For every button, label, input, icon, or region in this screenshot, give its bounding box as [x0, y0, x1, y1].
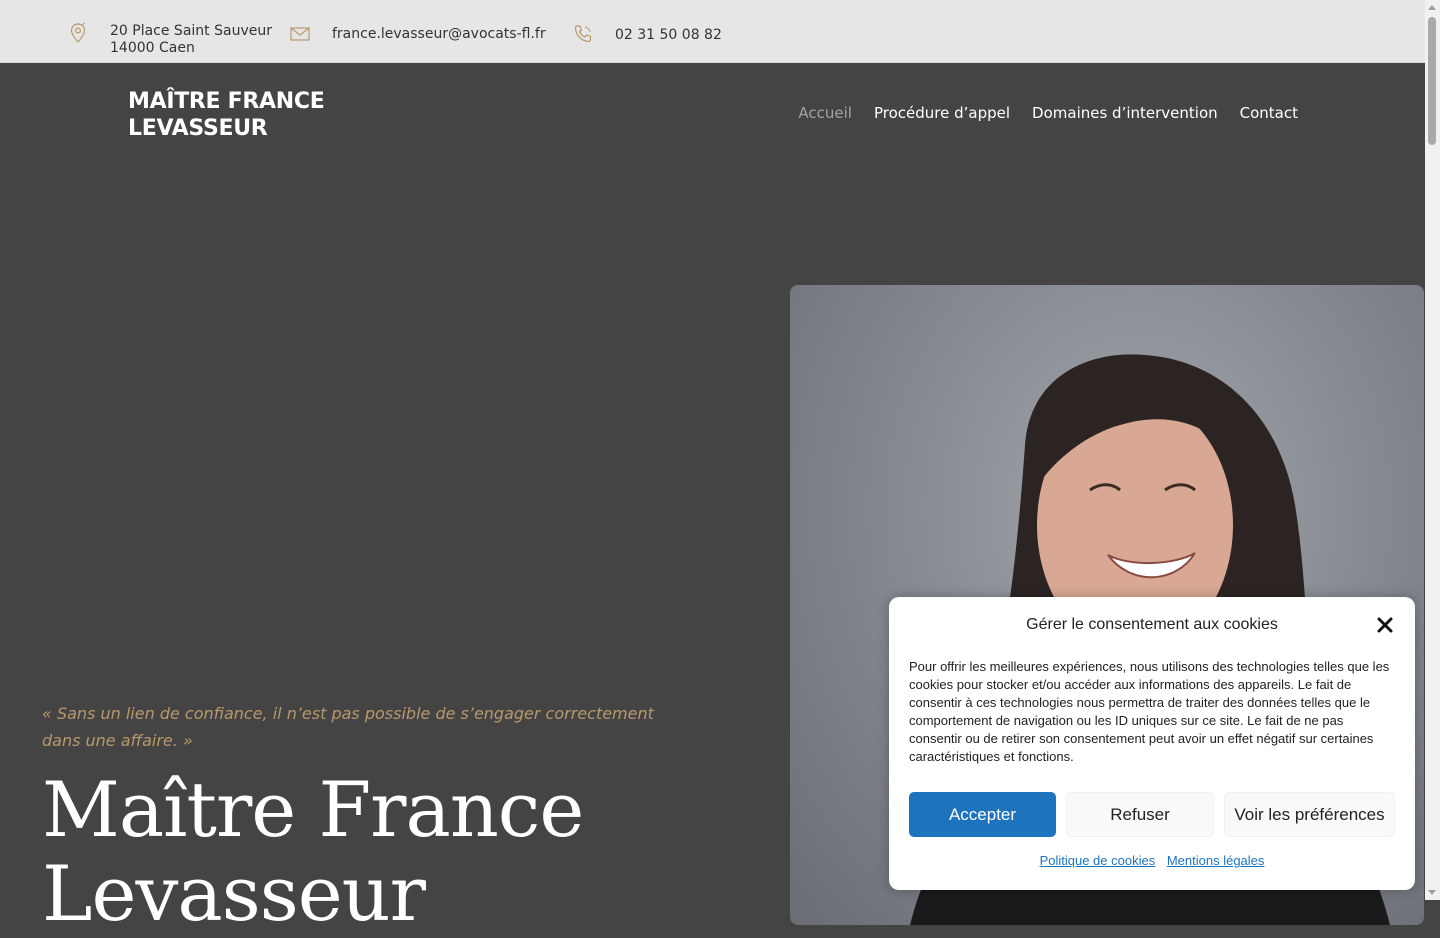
- map-pin-icon: [68, 22, 88, 43]
- preferences-button[interactable]: Voir les préférences: [1224, 792, 1395, 837]
- email-link[interactable]: france.levasseur@avocats-fl.fr: [332, 26, 546, 43]
- accept-button[interactable]: Accepter: [909, 792, 1056, 837]
- close-icon[interactable]: [1375, 615, 1395, 635]
- cookie-policy-link[interactable]: Politique de cookies: [1040, 853, 1156, 868]
- envelope-icon: [290, 26, 310, 46]
- cookie-consent-dialog: Gérer le consentement aux cookies Pour o…: [889, 597, 1415, 890]
- quote-line-2: dans une affaire. »: [42, 731, 193, 750]
- nav-item-procedure-appel[interactable]: Procédure d’appel: [874, 103, 1010, 123]
- title-line-1: Maître France: [42, 765, 584, 854]
- address-block: 20 Place Saint Sauveur 14000 Caen: [68, 22, 272, 57]
- phone-block[interactable]: 02 31 50 08 82: [573, 24, 722, 44]
- legal-notice-link[interactable]: Mentions légales: [1167, 853, 1265, 868]
- contact-bar: 20 Place Saint Sauveur 14000 Caen france…: [0, 0, 1425, 63]
- scroll-down-arrow-icon[interactable]: [1428, 890, 1436, 895]
- site-logo[interactable]: MAÎTRE FRANCE LEVASSEUR: [128, 88, 388, 142]
- refuse-button[interactable]: Refuser: [1066, 792, 1214, 837]
- page-title: Maître France Levasseur: [42, 768, 742, 936]
- brand-line-1: MAÎTRE FRANCE: [128, 89, 325, 114]
- main-nav: Accueil Procédure d’appel Domaines d’int…: [798, 103, 1298, 123]
- page-scrollbar[interactable]: [1425, 0, 1440, 900]
- cookie-dialog-text: Pour offrir les meilleures expériences, …: [909, 659, 1390, 764]
- nav-item-accueil[interactable]: Accueil: [798, 103, 852, 123]
- brand-line-2: LEVASSEUR: [128, 116, 268, 141]
- cookie-dialog-title: Gérer le consentement aux cookies: [1026, 616, 1278, 633]
- address-line-1: 20 Place Saint Sauveur: [110, 23, 272, 39]
- address-text: 20 Place Saint Sauveur 14000 Caen: [110, 23, 272, 57]
- scrollbar-thumb[interactable]: [1428, 17, 1436, 145]
- nav-item-domaines[interactable]: Domaines d’intervention: [1032, 103, 1218, 123]
- cookie-links: Politique de cookies Mentions légales: [889, 853, 1415, 868]
- phone-link[interactable]: 02 31 50 08 82: [615, 27, 722, 44]
- address-line-2: 14000 Caen: [110, 40, 195, 56]
- quote-line-1: « Sans un lien de confiance, il n’est pa…: [42, 704, 654, 723]
- title-line-2: Levasseur: [42, 849, 426, 938]
- email-block[interactable]: france.levasseur@avocats-fl.fr: [290, 26, 546, 46]
- scroll-up-arrow-icon[interactable]: [1428, 5, 1436, 10]
- hero-quote: « Sans un lien de confiance, il n’est pa…: [42, 700, 682, 754]
- nav-item-contact[interactable]: Contact: [1240, 103, 1298, 123]
- phone-icon: [573, 24, 593, 44]
